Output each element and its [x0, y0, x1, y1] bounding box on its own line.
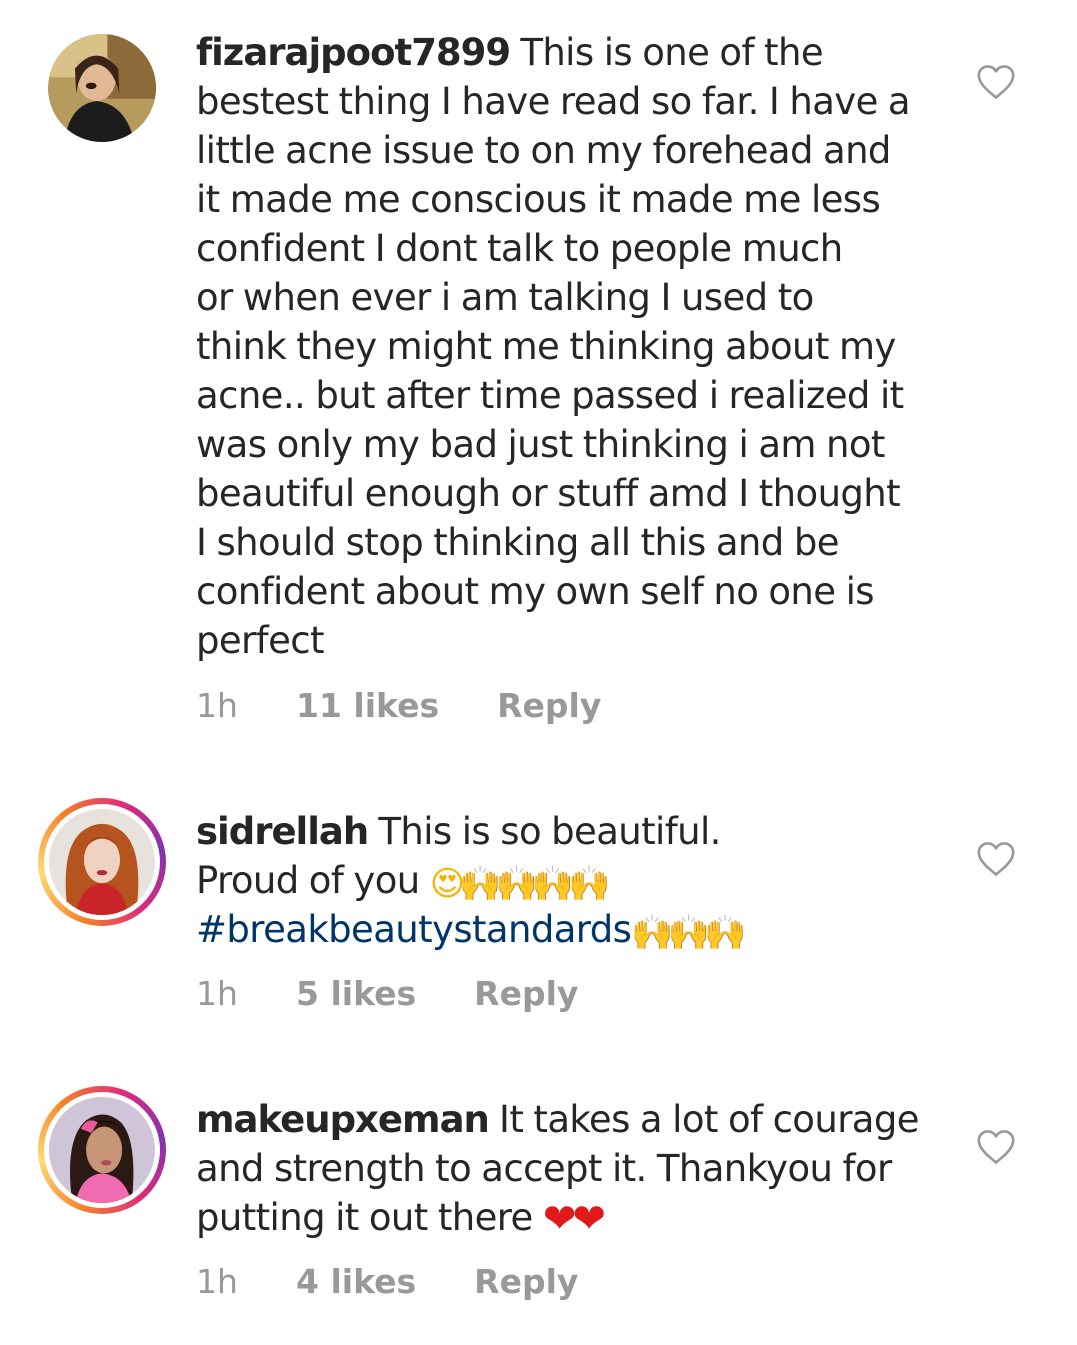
avatar-image [48, 34, 156, 142]
avatar[interactable] [38, 1086, 166, 1214]
comment-text-line: This is so beautiful. [368, 810, 721, 853]
comment-text-line: confident I dont talk to people much [196, 227, 843, 270]
reply-button[interactable]: Reply [474, 1262, 578, 1301]
comment-username[interactable]: sidrellah [196, 810, 369, 853]
hashtag-link[interactable]: #breakbeautystandards [196, 908, 632, 951]
avatar-photo-icon [49, 1097, 155, 1203]
comment-text-line: It takes a lot of courage [488, 1098, 919, 1141]
comment-meta: 1h 11 likes Reply [196, 686, 601, 725]
comment-time: 1h [196, 686, 238, 725]
heart-outline-icon [977, 1130, 1015, 1164]
comment-text: makeupxeman It takes a lot of courage an… [196, 1095, 956, 1242]
comment-time: 1h [196, 974, 238, 1013]
comment-text-line: think they might me thinking about my [196, 325, 896, 368]
red-heart-emoji-icon: ❤❤ [542, 1196, 606, 1242]
avatar[interactable] [48, 34, 156, 142]
comment-item: makeupxeman It takes a lot of courage an… [0, 1078, 1077, 1338]
comment-time: 1h [196, 1262, 238, 1301]
avatar-image [49, 1097, 155, 1203]
comment-text-line: and strength to accept it. Thankyou for [196, 1147, 892, 1190]
comment-text-line: putting it out there [196, 1196, 543, 1239]
like-button[interactable] [976, 841, 1016, 877]
comment-item: fizarajpoot7899 This is one of the beste… [0, 0, 1077, 760]
reply-button[interactable]: Reply [497, 686, 601, 725]
comment-meta: 1h 5 likes Reply [196, 974, 578, 1013]
comment-text-line: or when ever i am talking I used to [196, 276, 814, 319]
comment-text-line: This is one of the [510, 31, 823, 74]
avatar-photo-icon [48, 34, 156, 142]
comment-likes-count[interactable]: 11 likes [296, 686, 439, 725]
comment-text-line: I should stop thinking all this and be [196, 521, 839, 564]
comment-text-line: Proud of you [196, 859, 430, 902]
raising-hands-emoji-icon: 🙌🙌🙌🙌 [459, 864, 610, 904]
comment-text-line: it made me conscious it made me less [196, 178, 881, 221]
comment-likes-count[interactable]: 4 likes [296, 1262, 416, 1301]
like-button[interactable] [976, 64, 1016, 100]
comment-username[interactable]: fizarajpoot7899 [196, 31, 511, 74]
reply-button[interactable]: Reply [474, 974, 578, 1013]
comment-text-line: confident about my own self no one is [196, 570, 875, 613]
comment-text-line: little acne issue to on my forehead and [196, 129, 891, 172]
comment-text-line: was only my bad just thinking i am not [196, 423, 885, 466]
heart-eyes-emoji-icon: 😍 [429, 864, 466, 904]
comment-text-line: acne.. but after time passed i realized … [196, 374, 904, 417]
comment-text: sidrellah This is so beautiful. Proud of… [196, 807, 956, 954]
comment-likes-count[interactable]: 5 likes [296, 974, 416, 1013]
avatar-image [49, 809, 155, 915]
heart-outline-icon [977, 842, 1015, 876]
like-button[interactable] [976, 1129, 1016, 1165]
heart-outline-icon [977, 65, 1015, 99]
raising-hands-emoji-icon: 🙌🙌🙌 [631, 913, 746, 953]
comment-text-line: perfect [196, 619, 325, 662]
comment-item: sidrellah This is so beautiful. Proud of… [0, 790, 1077, 1050]
comment-meta: 1h 4 likes Reply [196, 1262, 578, 1301]
avatar-photo-icon [49, 809, 155, 915]
comment-text-line: bestest thing I have read so far. I have… [196, 80, 911, 123]
comment-text-line: beautiful enough or stuff amd I thought [196, 472, 901, 515]
comment-username[interactable]: makeupxeman [196, 1098, 490, 1141]
comment-text: fizarajpoot7899 This is one of the beste… [196, 28, 956, 665]
avatar[interactable] [38, 798, 166, 926]
